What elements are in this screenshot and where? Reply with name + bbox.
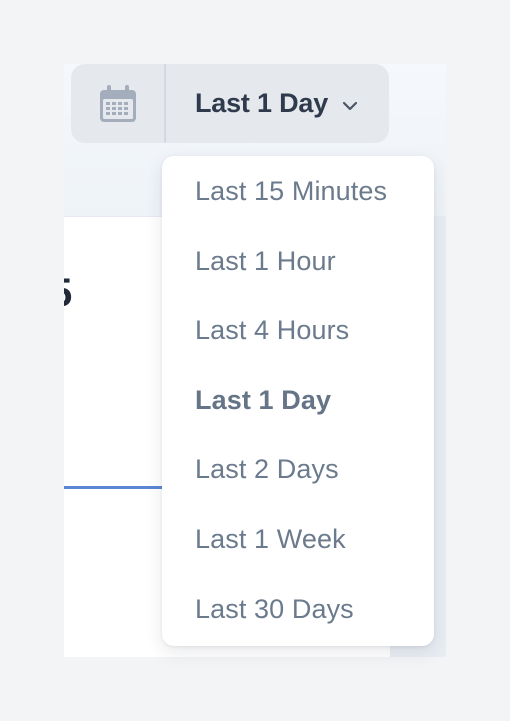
dropdown-item-last-1-day[interactable]: Last 1 Day xyxy=(195,387,331,414)
chart-line xyxy=(64,486,164,489)
calendar-icon xyxy=(99,84,136,122)
dropdown-item-last-4-hours[interactable]: Last 4 Hours xyxy=(195,317,349,344)
selected-range-label: Last 1 Day xyxy=(195,88,329,118)
chevron-down-icon xyxy=(342,101,358,110)
time-range-toggle[interactable]: Last 1 Day xyxy=(166,64,389,143)
time-range-dropdown: Last 15 Minutes Last 1 Hour Last 4 Hours… xyxy=(162,156,434,646)
calendar-button[interactable] xyxy=(71,64,166,143)
time-range-picker[interactable]: Last 1 Day xyxy=(71,64,389,143)
dropdown-item-last-30-days[interactable]: Last 30 Days xyxy=(195,596,354,623)
dropdown-item-last-2-days[interactable]: Last 2 Days xyxy=(195,456,339,483)
metric-value-fragment: 5 xyxy=(64,273,72,313)
dropdown-item-last-15-minutes[interactable]: Last 15 Minutes xyxy=(195,178,387,205)
dropdown-item-last-1-hour[interactable]: Last 1 Hour xyxy=(195,248,336,275)
dropdown-item-last-1-week[interactable]: Last 1 Week xyxy=(195,526,346,553)
